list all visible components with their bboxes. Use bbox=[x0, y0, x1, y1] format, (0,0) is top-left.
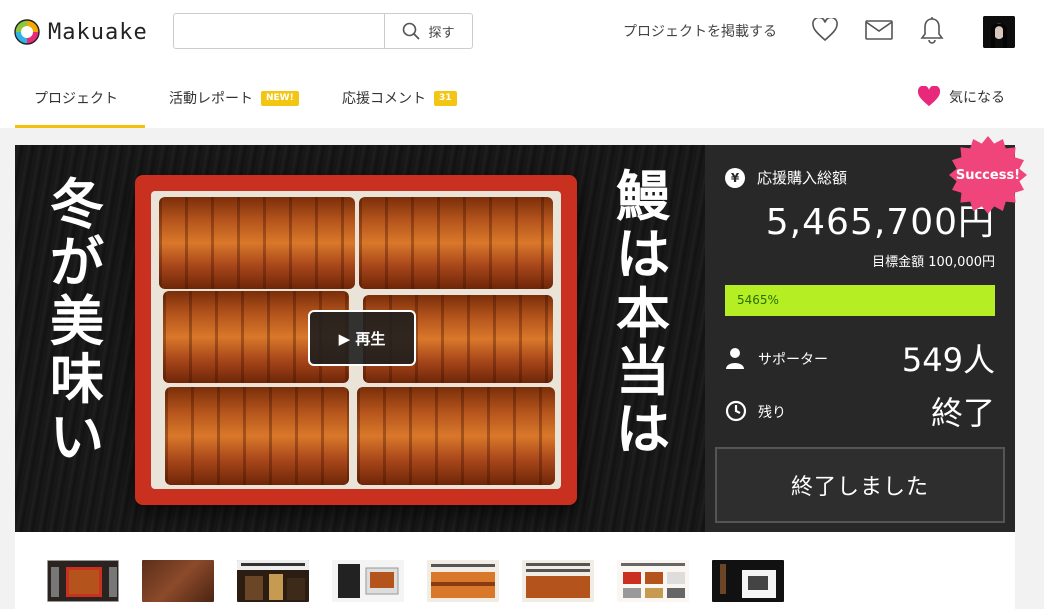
success-badge-text: Success! bbox=[955, 167, 1021, 183]
eel-piece bbox=[159, 197, 355, 289]
thumbnail-4[interactable] bbox=[332, 560, 404, 602]
supporters-label: サポーター bbox=[758, 352, 828, 368]
progress-bar: 5465% bbox=[725, 285, 995, 316]
progress-percent: 5465% bbox=[737, 293, 779, 307]
makuake-logo[interactable]: Makuake bbox=[14, 17, 148, 47]
logo-text: Makuake bbox=[48, 19, 148, 45]
favorite-label: 気になる bbox=[949, 90, 1005, 106]
tab-project-label: プロジェクト bbox=[34, 91, 118, 107]
tab-project[interactable]: プロジェクト bbox=[34, 88, 118, 108]
search-button-label: 探す bbox=[428, 25, 455, 41]
avatar-image bbox=[983, 16, 1015, 48]
active-tab-indicator bbox=[15, 125, 145, 128]
project-ended-button[interactable]: 終了しました bbox=[715, 447, 1005, 523]
thumbnail-5[interactable] bbox=[427, 560, 499, 602]
user-avatar[interactable] bbox=[983, 16, 1015, 48]
search-box: 探す bbox=[173, 13, 473, 49]
thumbnail-2[interactable] bbox=[142, 560, 214, 602]
heart-icon[interactable] bbox=[812, 18, 838, 42]
thumbnail-1[interactable] bbox=[47, 560, 119, 602]
mail-icon[interactable] bbox=[865, 20, 893, 40]
goal-amount: 目標金額 100,000円 bbox=[872, 255, 995, 270]
thumbnail-8[interactable] bbox=[712, 560, 784, 602]
favorite-button[interactable]: 気になる bbox=[917, 86, 1005, 108]
remaining-value: 終了 bbox=[930, 394, 995, 432]
site-header: Makuake 探す プロジェクトを掲載する bbox=[0, 0, 1044, 62]
eel-piece bbox=[165, 387, 349, 485]
new-badge: NEW! bbox=[261, 90, 299, 106]
thumbnail-6[interactable] bbox=[522, 560, 594, 602]
hero-left-text: 冬が美味い bbox=[50, 172, 104, 470]
thumbnail-strip bbox=[15, 532, 1015, 609]
tab-comments-label: 応援コメント bbox=[342, 91, 426, 107]
search-icon bbox=[403, 22, 421, 40]
tab-activity-report[interactable]: 活動レポート NEW! bbox=[169, 88, 299, 108]
remaining-label: 残り bbox=[758, 405, 786, 421]
search-button[interactable]: 探す bbox=[384, 14, 472, 48]
bell-icon[interactable] bbox=[920, 16, 944, 44]
hero-right-text: 鰻は本当は bbox=[616, 164, 670, 462]
eel-piece bbox=[357, 387, 555, 485]
tab-activity-report-label: 活動レポート bbox=[169, 91, 253, 107]
tab-comments[interactable]: 応援コメント 31 bbox=[342, 88, 457, 108]
thumbnail-3[interactable] bbox=[237, 560, 309, 602]
amount-label-row: ¥ 応援購入総額 bbox=[725, 167, 847, 188]
project-tabs: プロジェクト 活動レポート NEW! 応援コメント 31 気になる bbox=[0, 62, 1044, 128]
logo-mark-icon bbox=[14, 19, 40, 45]
success-badge: Success! bbox=[948, 135, 1028, 215]
thumbnail-7[interactable] bbox=[617, 560, 689, 602]
heart-filled-icon bbox=[917, 86, 941, 107]
search-input[interactable] bbox=[174, 14, 384, 48]
supporters-count: 549人 bbox=[901, 341, 995, 379]
person-icon bbox=[726, 348, 744, 369]
clock-icon bbox=[725, 400, 747, 422]
play-video-button[interactable]: ▶ 再生 bbox=[308, 310, 416, 366]
project-main-image[interactable]: 冬が美味い 鰻は本当は ▶ 再生 bbox=[15, 145, 705, 532]
comment-count-badge: 31 bbox=[434, 90, 457, 106]
amount-label: 応援購入総額 bbox=[757, 169, 848, 187]
eel-piece bbox=[359, 197, 553, 289]
post-project-link[interactable]: プロジェクトを掲載する bbox=[623, 21, 777, 41]
yen-coin-icon: ¥ bbox=[725, 167, 745, 188]
